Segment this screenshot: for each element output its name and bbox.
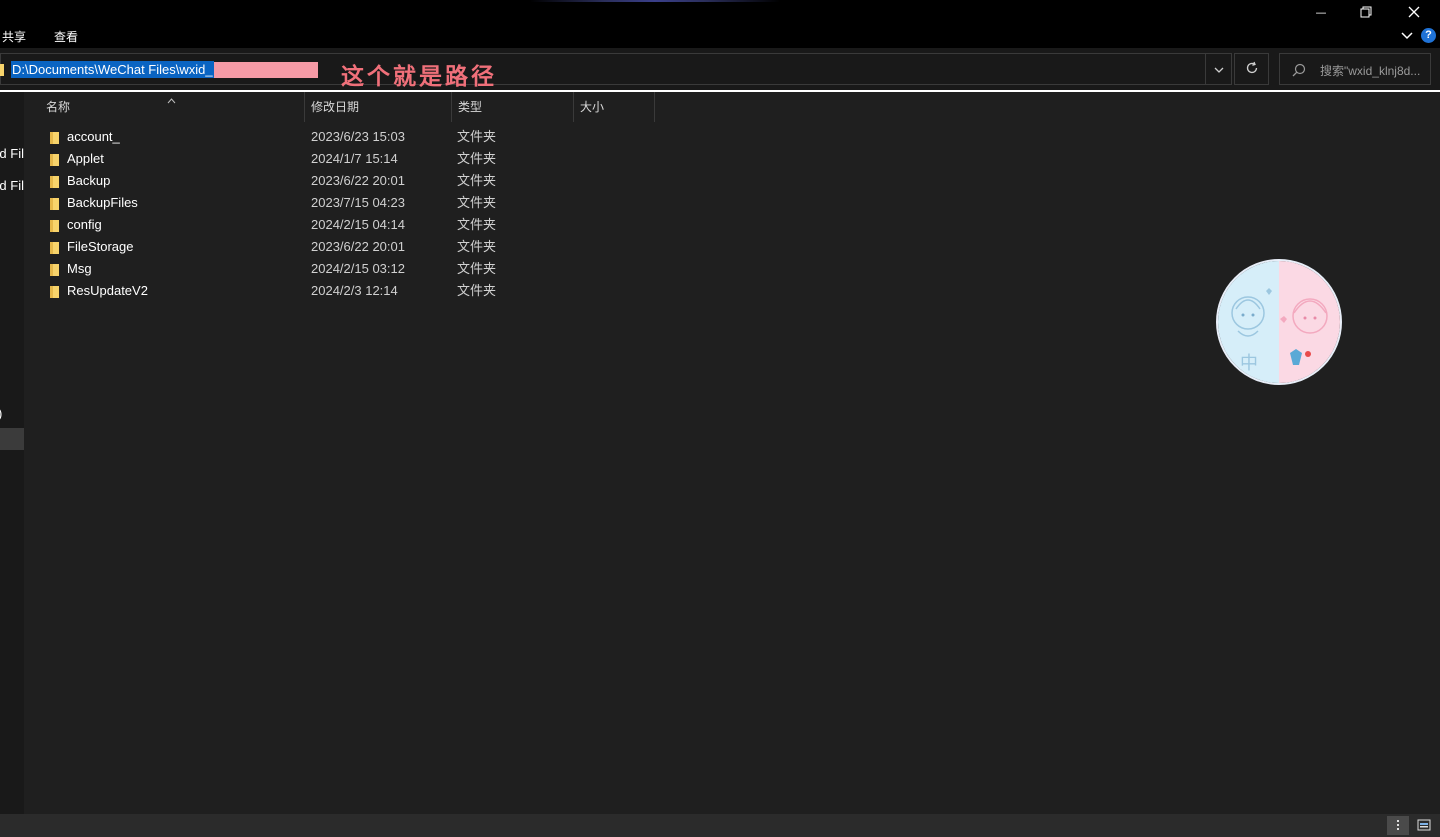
tab-share[interactable]: 共享 [2, 28, 26, 45]
folder-icon [49, 174, 60, 193]
file-modified: 2023/6/22 20:01 [311, 239, 405, 254]
file-type: 文件夹 [457, 261, 497, 276]
file-type: 文件夹 [457, 195, 497, 210]
folder-icon [0, 62, 5, 82]
file-modified: 2024/2/15 03:12 [311, 261, 405, 276]
refresh-button[interactable] [1234, 53, 1269, 85]
file-type: 文件夹 [457, 217, 497, 232]
file-modified: 2023/7/15 04:23 [311, 195, 405, 210]
nav-item-selected[interactable] [0, 428, 24, 450]
folder-icon [49, 284, 60, 303]
details-view-button[interactable] [1387, 816, 1409, 835]
search-box[interactable]: 搜索"wxid_klnj8d... [1279, 53, 1431, 85]
address-row: D:\Documents\WeChat Files\wxid_ 这个就是路径 搜… [0, 48, 1440, 90]
file-name[interactable]: FileStorage [67, 236, 133, 258]
redaction-block [214, 62, 318, 78]
column-name-label: 名称 [46, 100, 71, 114]
file-name[interactable]: ResUpdateV2 [67, 280, 148, 302]
details-view-icon [1392, 816, 1404, 835]
close-button[interactable] [1391, 0, 1437, 24]
folder-icon [49, 196, 60, 215]
refresh-icon [1245, 60, 1259, 79]
file-name[interactable]: Msg [67, 258, 92, 280]
file-modified: 2024/2/15 04:14 [311, 217, 405, 232]
navigation-pane: nd Fil nd Fil ) [0, 92, 24, 814]
table-row[interactable]: config 2024/2/15 04:14 文件夹 [44, 214, 654, 236]
table-row[interactable]: FileStorage 2023/6/22 20:01 文件夹 [44, 236, 654, 258]
file-name[interactable]: config [67, 214, 102, 236]
file-type: 文件夹 [457, 239, 497, 254]
table-row[interactable]: Backup 2023/6/22 20:01 文件夹 [44, 170, 654, 192]
close-icon [1408, 3, 1420, 22]
table-row[interactable]: BackupFiles 2023/7/15 04:23 文件夹 [44, 192, 654, 214]
floating-avatar[interactable]: 中 [1216, 259, 1342, 385]
tab-view[interactable]: 查看 [54, 28, 78, 45]
file-type: 文件夹 [457, 173, 497, 188]
file-modified: 2023/6/22 20:01 [311, 173, 405, 188]
file-modified: 2024/1/7 15:14 [311, 151, 398, 166]
expand-ribbon-button[interactable] [1400, 27, 1414, 46]
file-name[interactable]: BackupFiles [67, 192, 138, 214]
search-icon [1292, 62, 1306, 81]
chevron-down-icon [1400, 27, 1414, 46]
column-header-type[interactable]: 类型 [452, 92, 574, 122]
path-annotation: 这个就是路径 [341, 64, 497, 90]
column-type-label: 类型 [458, 100, 483, 114]
folder-icon [49, 262, 60, 281]
file-name[interactable]: account_ [67, 126, 120, 148]
nav-item[interactable]: nd Fil [0, 146, 24, 161]
file-modified: 2024/2/3 12:14 [311, 283, 398, 298]
table-row[interactable]: account_ 2023/6/23 15:03 文件夹 [44, 126, 654, 148]
folder-icon [49, 218, 60, 237]
file-name[interactable]: Backup [67, 170, 110, 192]
search-input[interactable]: 搜索"wxid_klnj8d... [1320, 62, 1420, 79]
table-row[interactable]: Applet 2024/1/7 15:14 文件夹 [44, 148, 654, 170]
folder-icon [49, 130, 60, 149]
file-type: 文件夹 [457, 283, 497, 298]
address-history-button[interactable] [1205, 54, 1232, 84]
help-icon: ? [1421, 28, 1436, 43]
folder-icon [49, 152, 60, 171]
ribbon-bar: 共享 查看 ? [0, 24, 1440, 48]
column-header-size[interactable]: 大小 [574, 92, 655, 122]
address-bar[interactable]: D:\Documents\WeChat Files\wxid_ 这个就是路径 [0, 53, 1232, 90]
folder-icon [49, 240, 60, 259]
column-modified-label: 修改日期 [311, 100, 360, 114]
title-bar: — [0, 0, 1440, 24]
file-type: 文件夹 [457, 129, 497, 144]
title-accent [530, 0, 780, 2]
avatar-badge: 中 [1240, 353, 1258, 374]
help-button[interactable]: ? [1421, 28, 1436, 43]
nav-item[interactable]: nd Fil [0, 178, 24, 193]
table-row[interactable]: ResUpdateV2 2024/2/3 12:14 文件夹 [44, 280, 654, 302]
column-header-name[interactable]: 名称 [24, 92, 305, 122]
minimize-icon: — [1315, 5, 1327, 19]
status-bar [0, 814, 1440, 837]
chevron-down-icon [1214, 60, 1224, 79]
large-icons-view-button[interactable] [1413, 816, 1435, 835]
column-size-label: 大小 [580, 100, 605, 114]
address-path[interactable]: D:\Documents\WeChat Files\wxid_ [11, 61, 214, 78]
file-modified: 2023/6/23 15:03 [311, 129, 405, 144]
sort-ascending-icon [167, 87, 176, 117]
column-header-modified[interactable]: 修改日期 [305, 92, 452, 122]
file-type: 文件夹 [457, 151, 497, 166]
file-name[interactable]: Applet [67, 148, 104, 170]
large-icons-view-icon [1417, 816, 1431, 835]
minimize-button[interactable]: — [1298, 0, 1344, 24]
file-list: 名称 修改日期 类型 大小 account_ 2023/6/23 15:03 文… [24, 92, 1440, 814]
restore-icon [1360, 3, 1372, 22]
restore-button[interactable] [1343, 0, 1389, 24]
table-row[interactable]: Msg 2024/2/15 03:12 文件夹 [44, 258, 654, 280]
nav-item[interactable]: ) [0, 406, 2, 421]
